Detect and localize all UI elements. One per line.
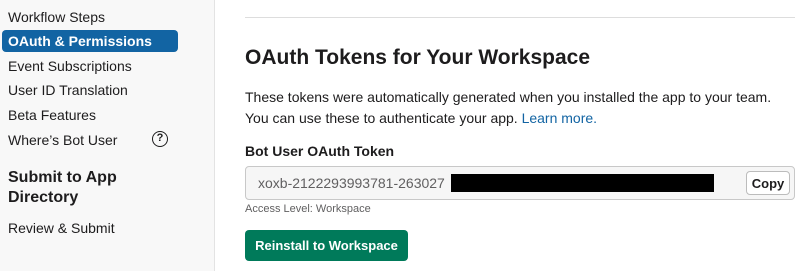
copy-token-button[interactable]: Copy [746, 171, 790, 195]
sidebar-item-beta-features[interactable]: Beta Features [0, 104, 96, 126]
sidebar-item-event-subscriptions[interactable]: Event Subscriptions [0, 55, 132, 77]
sidebar-item-wheres-bot-user[interactable]: Where’s Bot User [0, 129, 117, 151]
access-level-text: Access Level: Workspace [245, 203, 371, 215]
tokens-description: These tokens were automatically generate… [245, 87, 795, 129]
divider [245, 17, 795, 18]
sidebar-item-user-id-translation[interactable]: User ID Translation [0, 79, 128, 101]
bot-token-field[interactable]: xoxb-2122293993781-263027 Copy [245, 166, 795, 200]
reinstall-to-workspace-button[interactable]: Reinstall to Workspace [245, 230, 408, 261]
redacted-token-bar [451, 174, 714, 192]
sidebar-section-heading: Submit to App Directory [8, 169, 117, 206]
sidebar-item-workflow-steps[interactable]: Workflow Steps [0, 6, 105, 28]
sidebar-item-oauth-permissions[interactable]: OAuth & Permissions [2, 30, 178, 52]
bot-token-value: xoxb-2122293993781-263027 [258, 175, 445, 191]
page-title: OAuth Tokens for Your Workspace [245, 46, 591, 69]
sidebar-item-review-submit[interactable]: Review & Submit [0, 217, 115, 239]
sidebar: Workflow Steps OAuth & Permissions Event… [0, 0, 215, 271]
description-text: These tokens were automatically generate… [245, 89, 772, 126]
learn-more-link[interactable]: Learn more. [522, 110, 597, 126]
bot-token-label: Bot User OAuth Token [245, 143, 395, 159]
help-circle-icon[interactable]: ? [152, 131, 168, 147]
